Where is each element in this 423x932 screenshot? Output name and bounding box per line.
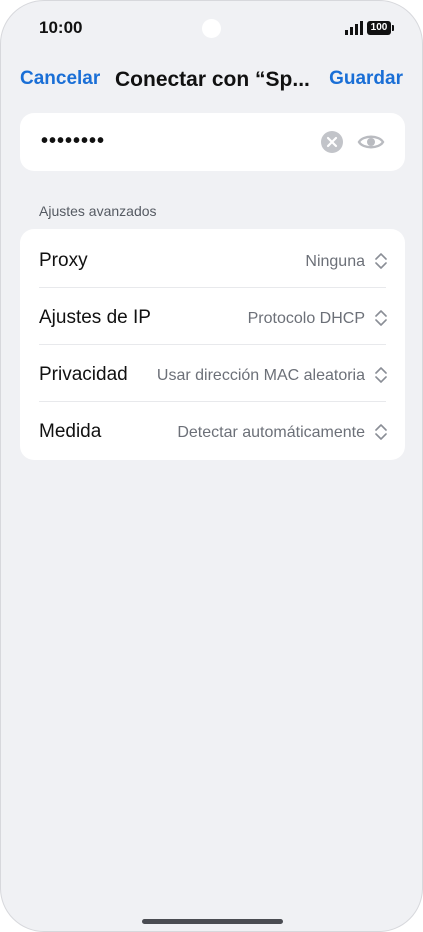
camera-cutout	[202, 19, 221, 38]
row-label: Privacidad	[39, 364, 128, 385]
battery-tip	[392, 25, 394, 31]
signal-icon	[345, 21, 363, 35]
chevron-up-down-icon	[375, 367, 387, 383]
row-label: Proxy	[39, 250, 88, 271]
row-value: Ninguna	[305, 253, 365, 270]
settings-row-proxy[interactable]: Proxy Ninguna	[20, 231, 405, 288]
status-time: 10:00	[39, 18, 83, 37]
chevron-up-down-icon	[375, 424, 387, 440]
phone-screen: 10:00 100 Cancelar Conectar con “Sp... G…	[0, 0, 423, 932]
row-value: Usar dirección MAC aleatoria	[156, 367, 365, 384]
chevron-up-down-icon	[375, 310, 387, 326]
section-label-advanced: Ajustes avanzados	[39, 203, 157, 219]
settings-row-privacy[interactable]: Privacidad Usar dirección MAC aleatoria	[20, 345, 405, 402]
settings-row-metered[interactable]: Medida Detectar automáticamente	[20, 402, 405, 459]
row-label: Ajustes de IP	[39, 307, 151, 328]
navigation-bar: Cancelar Conectar con “Sp... Guardar	[1, 61, 422, 97]
settings-row-ip[interactable]: Ajustes de IP Protocolo DHCP	[20, 288, 405, 345]
eye-icon[interactable]	[357, 130, 385, 154]
password-field-card	[20, 113, 405, 171]
clear-icon[interactable]	[321, 131, 343, 153]
row-label: Medida	[39, 421, 102, 442]
advanced-settings-card: Proxy Ninguna Ajustes de IP Protocolo DH…	[20, 229, 405, 460]
password-input[interactable]	[41, 130, 311, 153]
battery-icon: 100	[367, 21, 391, 35]
page-title: Conectar con “Sp...	[115, 68, 310, 91]
status-bar: 10:00 100	[1, 1, 422, 57]
home-indicator[interactable]	[142, 919, 283, 924]
save-button[interactable]: Guardar	[329, 68, 403, 90]
chevron-up-down-icon	[375, 253, 387, 269]
row-value: Detectar automáticamente	[177, 424, 365, 441]
row-value: Protocolo DHCP	[247, 310, 365, 327]
cancel-button[interactable]: Cancelar	[20, 68, 100, 90]
